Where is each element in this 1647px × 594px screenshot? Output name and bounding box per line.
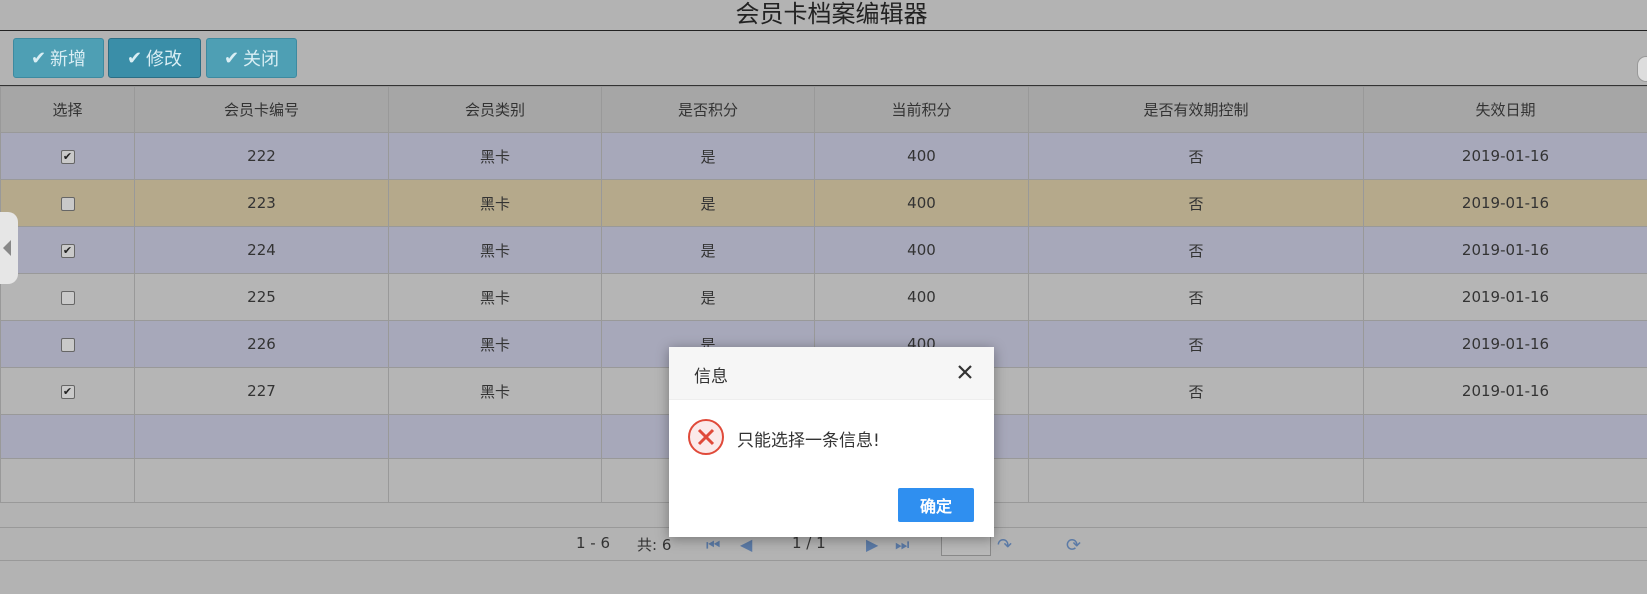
row-checkbox[interactable] (60, 196, 75, 211)
check-icon: ✔ (30, 47, 47, 69)
points-enabled-cell: 是 (601, 226, 815, 274)
card-no-cell: 225 (134, 273, 389, 321)
select-cell[interactable]: ✔ (0, 132, 135, 180)
expiry-date-cell: 2019-01-16 (1363, 367, 1647, 415)
type-cell: 黑卡 (388, 367, 602, 415)
expiry-control-cell: 否 (1028, 179, 1364, 227)
row-checkbox[interactable]: ✔ (60, 149, 75, 164)
points-enabled-cell: 是 (601, 273, 815, 321)
type-cell: 黑卡 (388, 273, 602, 321)
col-expiry-date[interactable]: 失效日期 (1363, 86, 1647, 133)
expiry-control-cell: 否 (1028, 320, 1364, 368)
col-select[interactable]: 选择 (0, 86, 135, 133)
card-no-cell: 224 (134, 226, 389, 274)
points-cell: 400 (814, 226, 1029, 274)
toolbar: ✔ 新增 ✔ 修改 ✔ 关闭 (0, 32, 1647, 86)
close-button[interactable]: ✔ 关闭 (206, 38, 297, 78)
edit-button[interactable]: ✔ 修改 (108, 38, 201, 78)
type-cell: 黑卡 (388, 132, 602, 180)
row-checkbox[interactable] (60, 290, 75, 305)
table-row[interactable]: ✔ 222 黑卡 是 400 否 2019-01-16 (0, 132, 1647, 180)
points-cell: 400 (814, 179, 1029, 227)
title-bar: 会员卡档案编辑器 (0, 0, 1647, 31)
col-card-no[interactable]: 会员卡编号 (134, 86, 389, 133)
refresh-icon[interactable]: ⟳ (1066, 535, 1081, 556)
select-cell[interactable] (0, 273, 135, 321)
points-enabled-cell: 是 (601, 179, 815, 227)
col-expiry-control[interactable]: 是否有效期控制 (1028, 86, 1364, 133)
points-cell: 400 (814, 132, 1029, 180)
ok-button[interactable]: 确定 (898, 488, 974, 522)
close-button-label: 关闭 (243, 49, 280, 70)
error-icon (688, 419, 724, 455)
expiry-control-cell: 否 (1028, 226, 1364, 274)
select-cell[interactable]: ✔ (0, 367, 135, 415)
type-cell: 黑卡 (388, 226, 602, 274)
card-no-cell: 222 (134, 132, 389, 180)
table-row[interactable]: 225 黑卡 是 400 否 2019-01-16 (0, 273, 1647, 321)
expiry-date-cell: 2019-01-16 (1363, 179, 1647, 227)
add-button[interactable]: ✔ 新增 (13, 38, 104, 78)
points-cell: 400 (814, 273, 1029, 321)
pager-range: 1 - 6 (576, 534, 611, 552)
type-cell: 黑卡 (388, 320, 602, 368)
expiry-control-cell: 否 (1028, 273, 1364, 321)
col-points-enabled[interactable]: 是否积分 (601, 86, 815, 133)
card-no-cell: 223 (134, 179, 389, 227)
row-checkbox[interactable] (60, 337, 75, 352)
dialog-header: 信息 (669, 347, 994, 400)
row-checkbox[interactable]: ✔ (60, 384, 75, 399)
check-icon: ✔ (126, 47, 143, 69)
type-cell: 黑卡 (388, 179, 602, 227)
dialog-body: 只能选择一条信息! (669, 400, 994, 480)
pager-total: 共: 6 (637, 536, 672, 554)
info-dialog: 信息 只能选择一条信息! 确定 (669, 347, 994, 537)
dialog-title: 信息 (694, 367, 728, 387)
expiry-control-cell: 否 (1028, 367, 1364, 415)
card-no-cell: 226 (134, 320, 389, 368)
page-title: 会员卡档案编辑器 (735, 0, 928, 28)
table-row[interactable]: ✔ 224 黑卡 是 400 否 2019-01-16 (0, 226, 1647, 274)
select-cell[interactable]: ✔ (0, 226, 135, 274)
select-cell[interactable] (0, 320, 135, 368)
prev-page-icon[interactable]: ◀ (740, 535, 752, 554)
expiry-date-cell: 2019-01-16 (1363, 226, 1647, 274)
col-type[interactable]: 会员类别 (388, 86, 602, 133)
close-icon[interactable] (956, 363, 974, 381)
card-no-cell: 227 (134, 367, 389, 415)
next-page-icon[interactable]: ▶ (866, 535, 878, 554)
select-cell[interactable] (0, 179, 135, 227)
col-points[interactable]: 当前积分 (814, 86, 1029, 133)
last-page-icon[interactable]: ⏭ (895, 535, 909, 555)
add-button-label: 新增 (50, 49, 87, 70)
go-page-icon[interactable]: ↷ (997, 535, 1012, 556)
expiry-date-cell: 2019-01-16 (1363, 273, 1647, 321)
dialog-message: 只能选择一条信息! (737, 431, 880, 451)
edit-button-label: 修改 (146, 49, 183, 70)
expiry-control-cell: 否 (1028, 132, 1364, 180)
collapse-arrow-icon (3, 240, 11, 256)
window-handle[interactable] (1637, 56, 1647, 82)
points-enabled-cell: 是 (601, 132, 815, 180)
first-page-icon[interactable]: ⏮ (706, 535, 720, 555)
table-row[interactable]: 223 黑卡 是 400 否 2019-01-16 (0, 179, 1647, 227)
row-checkbox[interactable]: ✔ (60, 243, 75, 258)
expiry-date-cell: 2019-01-16 (1363, 132, 1647, 180)
expiry-date-cell: 2019-01-16 (1363, 320, 1647, 368)
sidebar-toggle[interactable] (0, 212, 18, 284)
check-icon: ✔ (223, 47, 240, 69)
table-header: 选择 会员卡编号 会员类别 是否积分 当前积分 是否有效期控制 失效日期 (0, 86, 1647, 133)
